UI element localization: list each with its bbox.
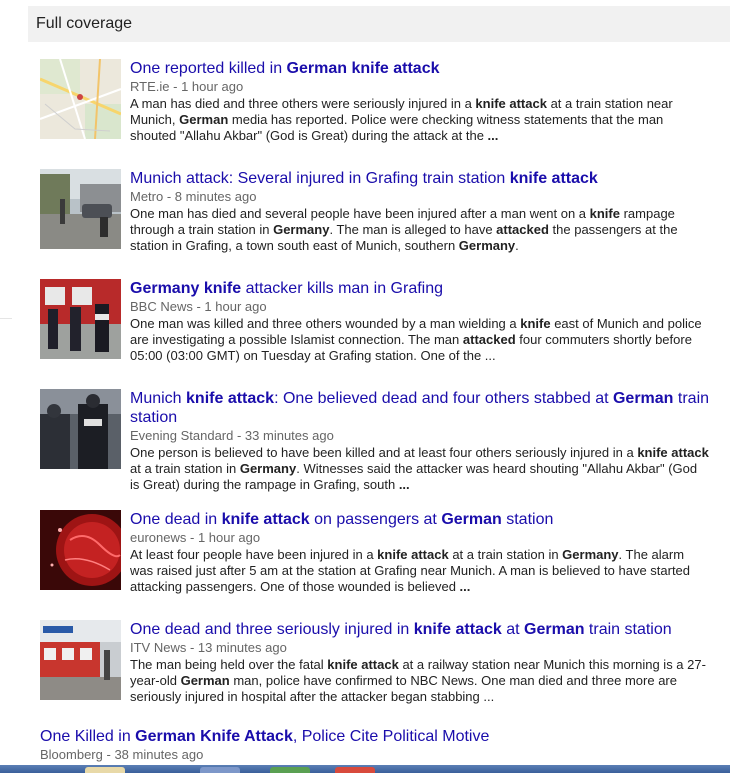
article-snippet: One man was killed and three others woun… [130,316,702,363]
article-source: BBC News - 1 hour ago [130,299,267,314]
station-platform-thumbnail[interactable] [40,620,121,700]
article-content: One Killed in German Knife Attack, Polic… [40,727,730,763]
article-source: Metro - 8 minutes ago [130,189,257,204]
full-coverage-header: Full coverage [28,6,730,42]
section-title: Full coverage [36,15,133,32]
article-headline[interactable]: Germany knife attacker kills man in Graf… [130,279,710,298]
article-source: Evening Standard - 33 minutes ago [130,428,334,443]
article-headline[interactable]: One dead in knife attack on passengers a… [130,510,710,529]
article-source: Bloomberg - 38 minutes ago [40,747,204,762]
article-snippet: The man being held over the fatal knife … [130,657,706,704]
article-content: One dead and three seriously injured in … [130,620,710,705]
article-content: Munich attack: Several injured in Grafin… [130,169,710,254]
article-headline[interactable]: One dead and three seriously injured in … [130,620,710,639]
article-headline[interactable]: One reported killed in German knife atta… [130,59,710,78]
article-content: One reported killed in German knife atta… [130,59,710,144]
article-headline[interactable]: Munich attack: Several injured in Grafin… [130,169,710,188]
article-content: One dead in knife attack on passengers a… [130,510,710,595]
article-headline[interactable]: One Killed in German Knife Attack, Polic… [40,727,730,746]
article-source: ITV News - 13 minutes ago [130,640,287,655]
article-content: Munich knife attack: One believed dead a… [130,389,710,493]
map-thumbnail[interactable] [40,59,121,139]
article-content: Germany knife attacker kills man in Graf… [130,279,710,364]
article-source: euronews - 1 hour ago [130,530,261,545]
article-snippet: One person is believed to have been kill… [130,445,709,492]
article-snippet: At least four people have been injured i… [130,547,691,594]
taskbar-button[interactable] [200,767,240,773]
red-globe-thumbnail[interactable] [40,510,121,590]
police-train-thumbnail[interactable] [40,279,121,359]
article-source: RTE.ie - 1 hour ago [130,79,244,94]
polizei-officers-thumbnail[interactable] [40,389,121,469]
article-headline[interactable]: Munich knife attack: One believed dead a… [130,389,710,427]
taskbar-button[interactable] [335,767,375,773]
left-divider [0,318,12,319]
taskbar-button[interactable] [270,767,310,773]
street-scene-thumbnail[interactable] [40,169,121,249]
taskbar-button[interactable] [85,767,125,773]
article-snippet: One man has died and several people have… [130,206,678,253]
article-snippet: A man has died and three others were ser… [130,96,673,143]
